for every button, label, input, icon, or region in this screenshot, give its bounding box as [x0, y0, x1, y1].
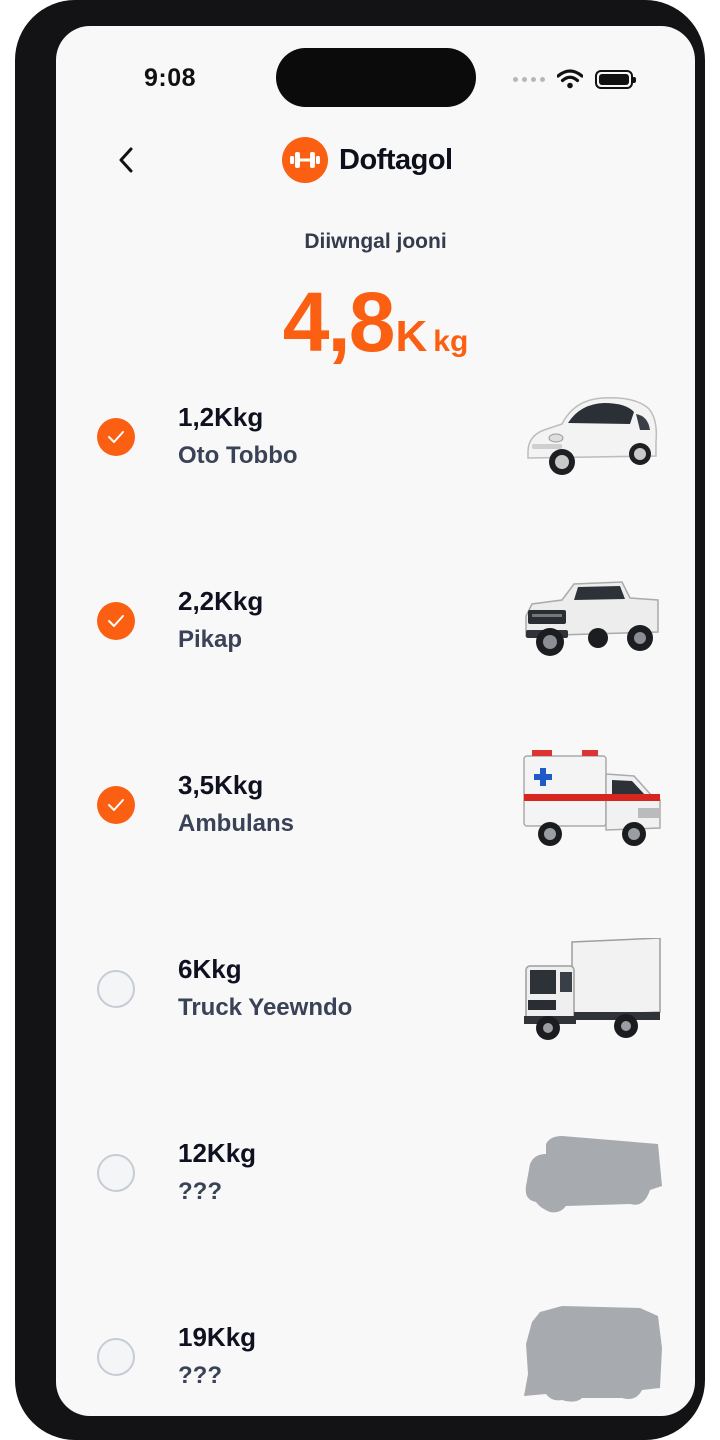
unchecked-icon[interactable]: [97, 970, 135, 1008]
ambulance-image: [523, 750, 661, 846]
list-item[interactable]: 12Kkg ???: [56, 1112, 695, 1262]
vehicle-name: Oto Tobbo: [178, 442, 298, 469]
list-item[interactable]: 6Kkg Truck Yeewndo: [56, 928, 695, 1078]
total-weight: 4,8K kg: [56, 274, 695, 371]
total-unit-kg: kg: [433, 325, 469, 358]
list-item[interactable]: 2,2Kkg Pikap: [56, 560, 695, 710]
checked-icon[interactable]: [97, 786, 135, 824]
wifi-icon: [557, 69, 583, 89]
total-unit-k: K: [395, 312, 428, 361]
vehicle-name: Pikap: [178, 626, 243, 653]
unchecked-icon[interactable]: [97, 1338, 135, 1376]
vehicle-weight: 2,2Kkg: [178, 586, 264, 616]
total-label: Diiwngal jooni: [304, 230, 447, 253]
status-time: 9:08: [144, 64, 197, 92]
list-item[interactable]: 19Kkg ???: [56, 1296, 695, 1416]
vehicle-name: ???: [178, 1178, 222, 1205]
unchecked-icon[interactable]: [97, 1154, 135, 1192]
battery-icon: [595, 69, 636, 89]
vehicle-weight: 6Kkg: [178, 954, 242, 984]
phone-frame: 9:08 Doftagol Diiwngal jooni 4,8K kg 1,2…: [15, 0, 705, 1440]
list-item[interactable]: 1,2Kkg Oto Tobbo: [56, 376, 695, 526]
status-icons: [513, 66, 636, 92]
locked-truck-silhouette-icon: [525, 1136, 662, 1213]
chevron-left-icon: [119, 147, 133, 173]
dumbbell-icon: [282, 137, 328, 183]
box-truck-image: [524, 938, 661, 1040]
locked-heavy-truck-silhouette-icon: [524, 1306, 662, 1402]
list-item[interactable]: 3,5Kkg Ambulans: [56, 744, 695, 894]
dynamic-island: [276, 48, 476, 107]
pickup-truck-image: [525, 581, 659, 656]
checked-icon[interactable]: [97, 418, 135, 456]
vehicle-weight: 12Kkg: [178, 1138, 257, 1168]
small-car-image: [527, 396, 658, 475]
vehicle-name: Ambulans: [178, 810, 295, 837]
vehicle-name: ???: [178, 1362, 222, 1389]
total-value: 4,8: [282, 275, 396, 369]
vehicle-name: Truck Yeewndo: [178, 994, 353, 1021]
vehicle-weight: 19Kkg: [178, 1322, 257, 1352]
app-screen: 9:08 Doftagol Diiwngal jooni 4,8K kg 1,2…: [56, 26, 695, 1416]
brand: Doftagol: [282, 136, 453, 184]
brand-name: Doftagol: [339, 143, 453, 176]
vehicle-weight: 1,2Kkg: [178, 402, 264, 432]
back-button[interactable]: [106, 140, 146, 180]
checked-icon[interactable]: [97, 602, 135, 640]
cellular-signal-icon: [513, 76, 545, 82]
vehicle-weight: 3,5Kkg: [178, 770, 264, 800]
